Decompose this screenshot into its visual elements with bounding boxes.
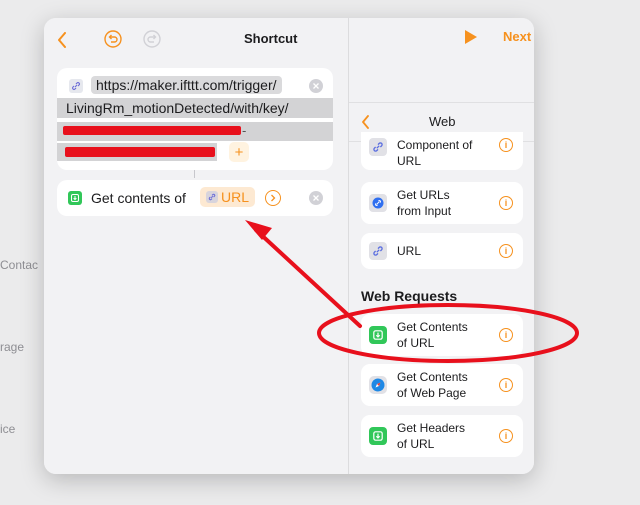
clear-icon[interactable]: [309, 191, 323, 205]
get-contents-action-card[interactable]: Get contents of URL: [57, 180, 333, 216]
undo-icon[interactable]: [104, 30, 122, 48]
url-text-line-2[interactable]: LivingRm_motionDetected/with/key/: [57, 98, 333, 118]
clear-icon[interactable]: [309, 79, 323, 93]
redaction-mark: [63, 126, 241, 135]
section-title-web-requests: Web Requests: [361, 288, 458, 304]
info-icon[interactable]: i: [499, 138, 513, 152]
editor-pane: Shortcut https://maker.ifttt.com/trigger…: [44, 18, 348, 474]
info-icon[interactable]: i: [499, 429, 513, 443]
link-icon: [369, 242, 387, 260]
back-chevron-icon[interactable]: [54, 31, 70, 49]
action-item-label: Get Contents of Web Page: [397, 370, 468, 400]
info-icon[interactable]: i: [499, 378, 513, 392]
info-icon[interactable]: i: [499, 196, 513, 210]
url-dash: -: [242, 123, 247, 138]
url-text-line-1[interactable]: https://maker.ifttt.com/trigger/: [91, 76, 282, 94]
url-token-label: URL: [221, 189, 250, 205]
info-icon[interactable]: i: [499, 244, 513, 258]
next-button[interactable]: Next: [503, 29, 531, 44]
link-icon: [69, 79, 83, 93]
background-label-device: ice: [0, 422, 16, 436]
url-action-card[interactable]: https://maker.ifttt.com/trigger/ LivingR…: [57, 68, 333, 170]
add-variable-button[interactable]: +: [229, 142, 249, 162]
info-icon[interactable]: i: [499, 328, 513, 342]
action-item-label: Get URLs from Input: [397, 188, 452, 218]
shortcut-title: Shortcut: [244, 31, 298, 46]
action-connector: [194, 170, 195, 178]
action-item-get-headers-of-url[interactable]: Get Headers of URL i: [361, 415, 523, 457]
shortcut-editor-modal: Shortcut https://maker.ifttt.com/trigger…: [44, 18, 534, 474]
action-item-get-urls-from-input[interactable]: Get URLs from Input i: [361, 182, 523, 224]
action-item-get-contents-of-url[interactable]: Get Contents of URL i: [361, 314, 523, 356]
chevron-right-icon[interactable]: [265, 190, 281, 206]
action-item-url[interactable]: URL i: [361, 233, 523, 269]
back-chevron-icon[interactable]: [359, 114, 371, 130]
actions-panel: Next Web Component of URL i Get URLs fro…: [348, 18, 534, 474]
download-icon: [369, 427, 387, 445]
redo-icon[interactable]: [143, 30, 161, 48]
action-item-get-contents-of-web-page[interactable]: Get Contents of Web Page i: [361, 364, 523, 406]
action-item-label: Component of URL: [397, 138, 473, 168]
url-variable-token[interactable]: URL: [200, 187, 256, 207]
action-item-label: URL: [397, 244, 422, 258]
action-item-label: Get Headers of URL: [397, 421, 466, 451]
background-label-contacts: Contac: [0, 258, 39, 272]
action-item-label: Get Contents of URL: [397, 320, 468, 350]
redaction-mark: [65, 147, 215, 157]
link-icon: [206, 191, 218, 203]
download-icon: [68, 191, 82, 205]
run-controls: Next: [465, 29, 531, 44]
link-icon: [369, 138, 387, 156]
panel-title: Web: [429, 114, 456, 129]
background-label-storage: rage: [0, 340, 25, 354]
link-icon: [369, 194, 387, 212]
action-label: Get contents of: [91, 190, 186, 206]
safari-icon: [369, 376, 387, 394]
play-icon[interactable]: [465, 30, 477, 44]
download-icon: [369, 326, 387, 344]
action-item-component-of-url[interactable]: Component of URL i: [361, 132, 523, 170]
